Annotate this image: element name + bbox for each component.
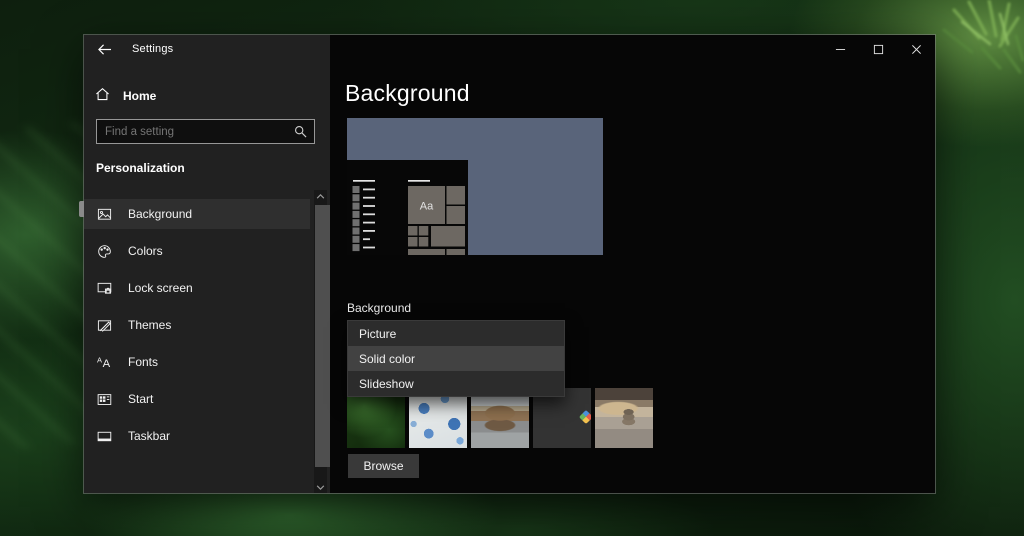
wallpaper-thumbnail-rock-reflection[interactable] xyxy=(471,388,529,448)
svg-text:A: A xyxy=(102,358,110,370)
desktop: Home Personalization xyxy=(0,0,1024,536)
home-icon xyxy=(95,87,110,105)
sidebar-item-fonts[interactable]: A A Fonts xyxy=(84,347,310,377)
sidebar-item-background[interactable]: Background xyxy=(84,199,310,229)
svg-text:A: A xyxy=(97,355,102,364)
aa-tile-label: Aa xyxy=(420,201,434,213)
sidebar: Home Personalization xyxy=(84,35,330,493)
content-pane: Background xyxy=(330,35,935,493)
theme-brush-icon xyxy=(96,317,112,333)
sidebar-item-home[interactable]: Home xyxy=(95,87,156,105)
wallpaper-thumbnail-blue-berries[interactable] xyxy=(409,388,467,448)
wallpaper-thumbnail-green-plants[interactable] xyxy=(347,388,405,448)
start-menu-preview: Aa xyxy=(347,160,468,255)
window-title: Settings xyxy=(132,43,173,55)
home-label: Home xyxy=(123,89,156,103)
spotlight-diamond-icon xyxy=(579,410,591,424)
close-button[interactable] xyxy=(897,35,935,63)
sidebar-item-label: Colors xyxy=(128,244,163,258)
browse-button[interactable]: Browse xyxy=(348,454,419,478)
sidebar-item-label: Themes xyxy=(128,318,171,332)
search-input[interactable] xyxy=(97,126,294,138)
background-preview: Aa xyxy=(347,118,603,255)
background-type-dropdown: Picture Solid color Slideshow xyxy=(347,320,565,397)
sidebar-item-colors[interactable]: Colors xyxy=(84,236,310,266)
sidebar-item-label: Lock screen xyxy=(128,281,193,295)
recent-images-row xyxy=(347,388,653,448)
monitor-lock-icon xyxy=(96,280,112,296)
search-box[interactable] xyxy=(96,119,315,144)
scroll-up-icon[interactable] xyxy=(314,190,327,202)
dropdown-option-picture[interactable]: Picture xyxy=(348,321,564,346)
taskbar-icon xyxy=(96,428,112,444)
wallpaper-thumbnail-stacked-stones[interactable] xyxy=(595,388,653,448)
sidebar-item-themes[interactable]: Themes xyxy=(84,310,310,340)
scroll-down-icon[interactable] xyxy=(314,481,327,493)
sidebar-item-lock-screen[interactable]: Lock screen xyxy=(84,273,310,303)
window-controls xyxy=(821,35,935,63)
palette-icon xyxy=(96,243,112,259)
start-tiles-icon xyxy=(96,391,112,407)
sidebar-nav: Background Colors xyxy=(84,199,310,458)
dropdown-option-slideshow[interactable]: Slideshow xyxy=(348,371,564,396)
settings-window: Home Personalization xyxy=(84,35,935,493)
sidebar-item-taskbar[interactable]: Taskbar xyxy=(84,421,310,451)
fonts-aa-icon: A A xyxy=(96,354,112,370)
sidebar-item-start[interactable]: Start xyxy=(84,384,310,414)
sidebar-scrollbar[interactable] xyxy=(314,190,327,493)
sidebar-item-label: Taskbar xyxy=(128,429,170,443)
sidebar-item-label: Fonts xyxy=(128,355,158,369)
section-heading: Personalization xyxy=(96,161,185,175)
sidebar-item-label: Start xyxy=(128,392,153,406)
background-dropdown-label: Background xyxy=(347,301,411,315)
maximize-button[interactable] xyxy=(859,35,897,63)
wallpaper-thumbnail-windows-spotlight[interactable] xyxy=(533,388,591,448)
minimize-button[interactable] xyxy=(821,35,859,63)
titlebar: Settings xyxy=(84,35,935,63)
image-icon xyxy=(96,206,112,222)
sidebar-item-label: Background xyxy=(128,207,192,221)
back-button[interactable] xyxy=(90,39,118,59)
dropdown-option-solid-color[interactable]: Solid color xyxy=(348,346,564,371)
search-icon[interactable] xyxy=(294,125,307,138)
page-title: Background xyxy=(345,80,470,107)
